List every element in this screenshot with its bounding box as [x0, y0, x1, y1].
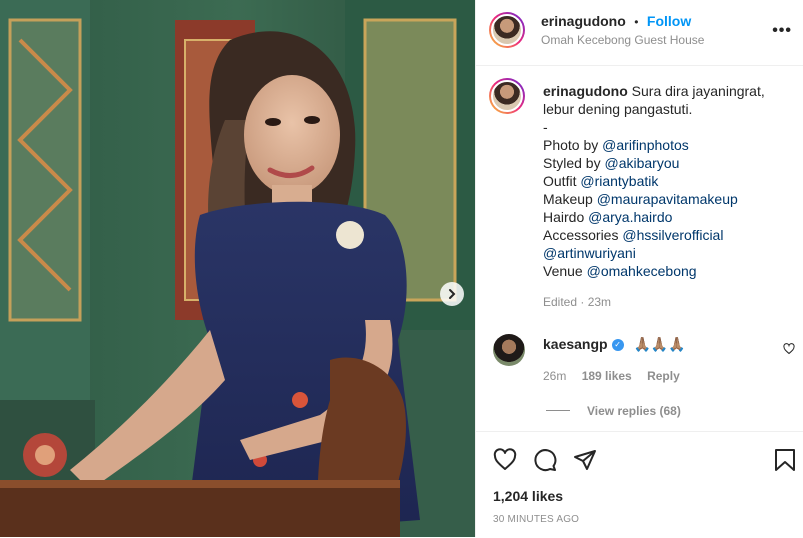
replies-divider [546, 410, 570, 411]
header-separator: • [634, 15, 639, 29]
caption-username[interactable]: erinagudono [543, 83, 628, 99]
caption-line2: lebur dening pangastuti. [543, 101, 693, 117]
bookmark-icon [775, 449, 795, 471]
commenter-username[interactable]: kaesangp [543, 336, 608, 352]
photo-illustration [0, 0, 475, 537]
comment-time: 26m [543, 369, 567, 383]
post-photo[interactable] [0, 0, 475, 537]
comment-text: 🙏🏽🙏🏽🙏🏽 [633, 336, 686, 352]
comment: kaesangp ✓ 🙏🏽🙏🏽🙏🏽 [543, 336, 686, 353]
share-icon [574, 450, 596, 470]
comment-like-button[interactable] [783, 342, 795, 360]
commenter-avatar[interactable] [493, 334, 525, 366]
mention-hairdo[interactable]: @arya.hairdo [588, 209, 672, 225]
view-replies-button[interactable]: View replies (68) [587, 404, 681, 418]
mention-makeup[interactable]: @maurapavitamakeup [597, 191, 738, 207]
comment-button[interactable] [533, 448, 557, 477]
post-caption: erinagudono Sura dira jayaningrat, lebur… [543, 82, 783, 280]
credit-venue-label: Venue [543, 263, 587, 279]
caption-line1: Sura dira jayaningrat, [631, 83, 765, 99]
share-button[interactable] [573, 448, 597, 477]
credit-hairdo-label: Hairdo [543, 209, 589, 225]
post-location[interactable]: Omah Kecebong Guest House [541, 33, 704, 47]
follow-button[interactable]: Follow [647, 13, 691, 29]
mention-photo[interactable]: @arifinphotos [602, 137, 689, 153]
more-options-button[interactable]: ••• [772, 22, 792, 40]
next-photo-button[interactable] [440, 282, 464, 306]
more-icon: ••• [772, 22, 792, 39]
comment-meta: 26m 189 likes Reply [543, 369, 680, 383]
heart-icon [493, 448, 517, 470]
caption-avatar[interactable] [489, 78, 525, 114]
post-actions: 1,204 likes 30 MINUTES AGO [476, 431, 803, 538]
credit-styled-label: Styled by [543, 155, 605, 171]
credit-accessories-label: Accessories [543, 227, 623, 243]
post-side-panel: erinagudono • Follow Omah Kecebong Guest… [475, 0, 803, 537]
credit-outfit-label: Outfit [543, 173, 581, 189]
comment-icon [534, 449, 557, 472]
credit-photo-label: Photo by [543, 137, 603, 153]
caption-dash: - [543, 119, 548, 135]
mention-styled[interactable]: @akibaryou [604, 155, 679, 171]
save-button[interactable] [774, 448, 796, 477]
mention-accessories[interactable]: @hssilverofficial [622, 227, 723, 243]
mention-extra[interactable]: @artinwuriyani [543, 245, 636, 261]
heart-icon [783, 343, 795, 355]
caption-edited: Edited · 23m [543, 295, 612, 309]
likes-count[interactable]: 1,204 likes [493, 488, 563, 504]
mention-outfit[interactable]: @riantybatik [580, 173, 658, 189]
verified-icon: ✓ [611, 339, 624, 352]
chevron-right-icon [449, 289, 456, 299]
credit-makeup-label: Makeup [543, 191, 597, 207]
like-button[interactable] [493, 448, 517, 477]
comment-reply-button[interactable]: Reply [647, 369, 680, 383]
comment-likes[interactable]: 189 likes [582, 369, 632, 383]
author-avatar[interactable] [489, 12, 525, 48]
post-header: erinagudono • Follow Omah Kecebong Guest… [476, 0, 803, 66]
mention-venue[interactable]: @omahkecebong [587, 263, 697, 279]
author-username[interactable]: erinagudono [541, 13, 626, 29]
post-timestamp: 30 MINUTES AGO [493, 514, 580, 525]
